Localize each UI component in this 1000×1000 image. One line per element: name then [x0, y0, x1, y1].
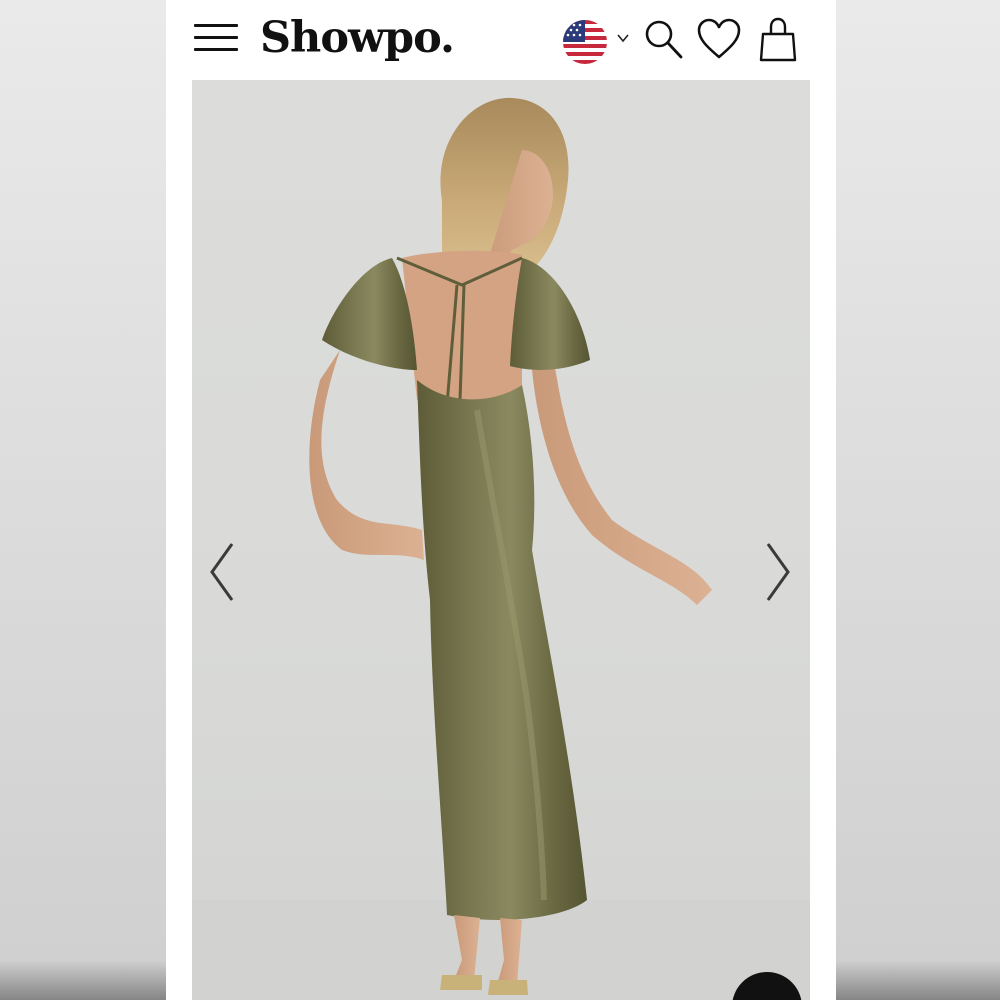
- search-icon[interactable]: [644, 18, 684, 60]
- bag-icon[interactable]: [758, 16, 798, 62]
- right-backdrop: [836, 0, 1000, 1000]
- chevron-down-icon[interactable]: [616, 32, 630, 44]
- chevron-left-icon[interactable]: [206, 540, 240, 604]
- product-photo: [192, 97, 810, 1000]
- heart-icon[interactable]: [696, 18, 742, 60]
- left-backdrop: [0, 0, 166, 1000]
- brand-logo[interactable]: Showpo.: [260, 10, 455, 66]
- us-flag-icon[interactable]: [563, 20, 607, 64]
- product-image-gallery[interactable]: [192, 80, 810, 1000]
- chevron-right-icon[interactable]: [760, 540, 794, 604]
- site-header: Showpo.: [166, 0, 836, 80]
- menu-icon[interactable]: [194, 22, 238, 54]
- mobile-page: Showpo.: [166, 0, 836, 1000]
